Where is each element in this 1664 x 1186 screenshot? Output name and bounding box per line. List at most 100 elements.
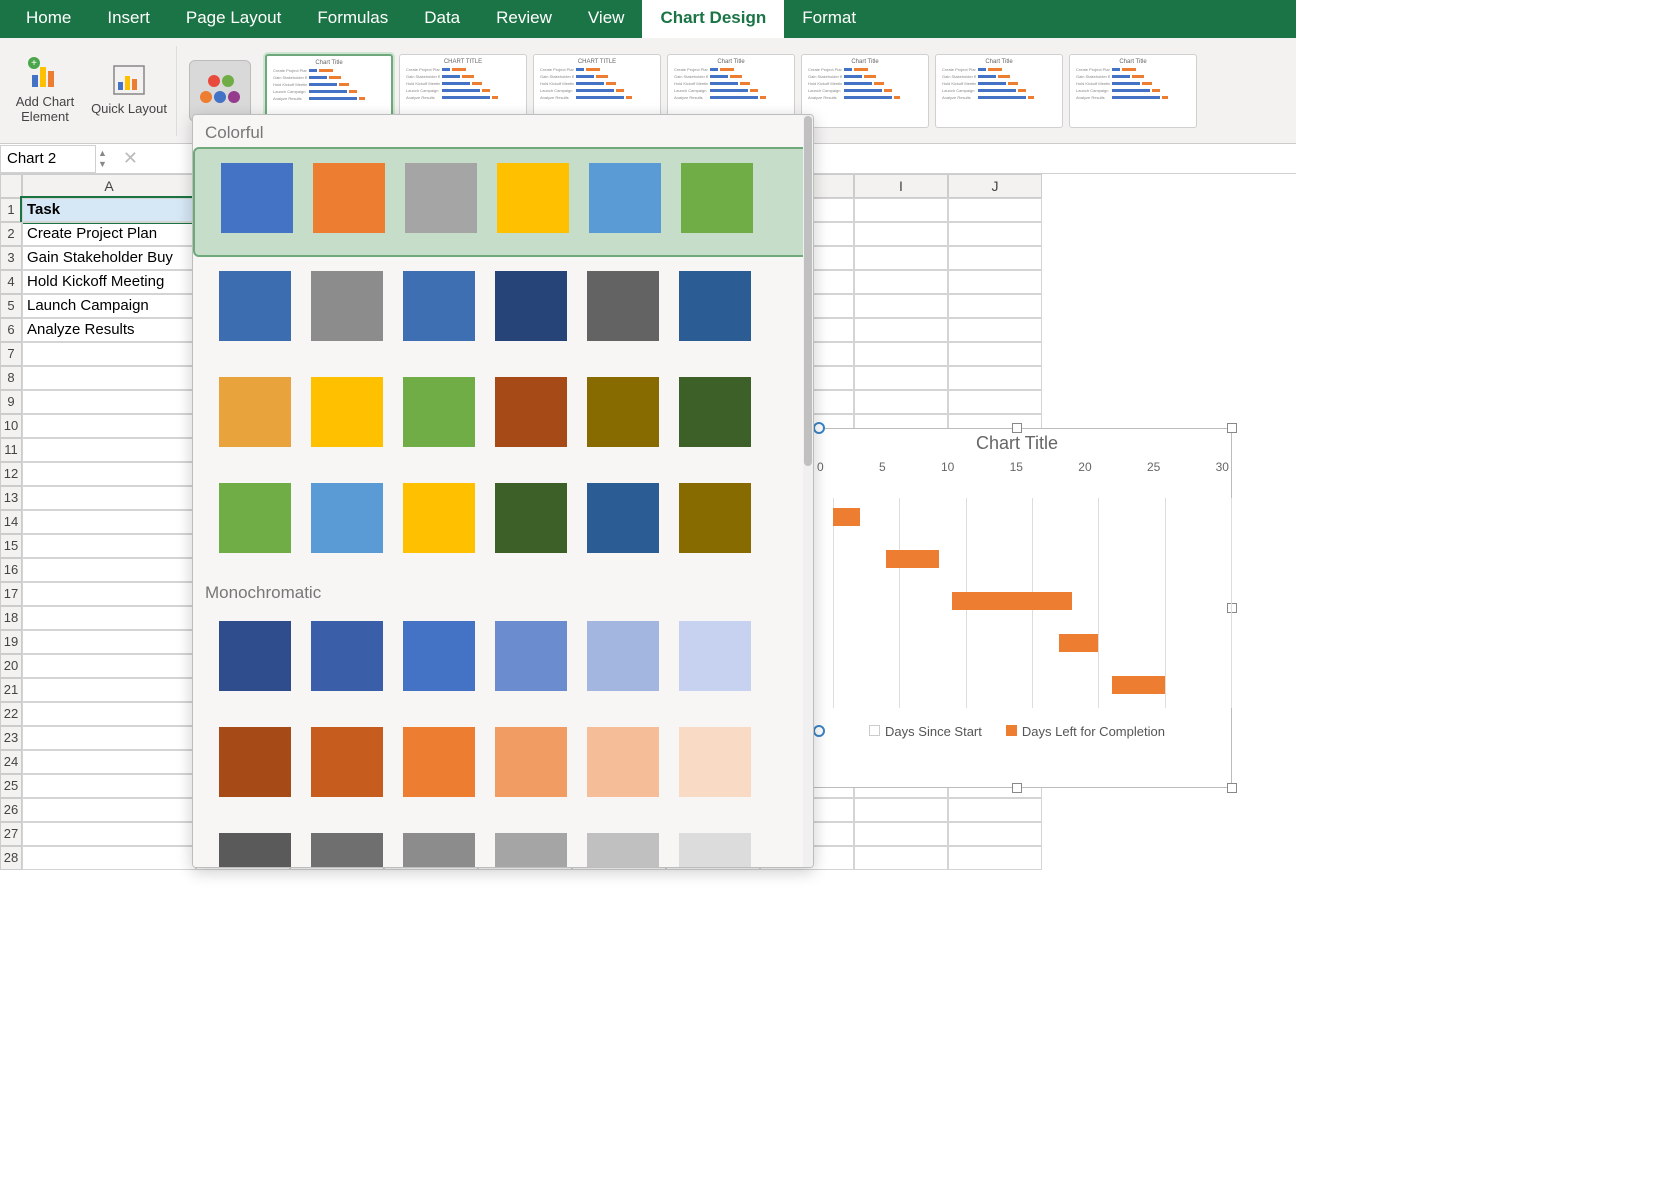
cell[interactable]: [854, 390, 948, 414]
name-box[interactable]: Chart 2: [0, 145, 96, 173]
cell[interactable]: [948, 342, 1042, 366]
popup-scrollbar[interactable]: [803, 115, 813, 867]
cell[interactable]: [948, 846, 1042, 870]
cell[interactable]: [854, 846, 948, 870]
row-header[interactable]: 21: [0, 678, 22, 702]
row-header[interactable]: 4: [0, 270, 22, 294]
cell[interactable]: Task: [22, 198, 196, 222]
resize-handle[interactable]: [1012, 423, 1022, 433]
tab-insert[interactable]: Insert: [89, 0, 168, 38]
chart-style-option[interactable]: Chart TitleCreate Project PlanGain Stake…: [1069, 54, 1197, 128]
cell[interactable]: Gain Stakeholder Buy: [22, 246, 196, 270]
cell[interactable]: [22, 342, 196, 366]
cell[interactable]: [22, 750, 196, 774]
add-chart-element-button[interactable]: + Add Chart Element: [4, 41, 86, 141]
row-header[interactable]: 15: [0, 534, 22, 558]
column-header[interactable]: J: [948, 174, 1042, 198]
cell[interactable]: [22, 678, 196, 702]
cell[interactable]: [948, 366, 1042, 390]
quick-layout-button[interactable]: Quick Layout: [88, 41, 170, 141]
cell[interactable]: [22, 654, 196, 678]
row-header[interactable]: 3: [0, 246, 22, 270]
cell[interactable]: [854, 822, 948, 846]
cell[interactable]: [22, 486, 196, 510]
row-header[interactable]: 25: [0, 774, 22, 798]
cell[interactable]: [22, 534, 196, 558]
row-header[interactable]: 23: [0, 726, 22, 750]
cell[interactable]: [22, 510, 196, 534]
row-header[interactable]: 14: [0, 510, 22, 534]
cell[interactable]: [22, 390, 196, 414]
tab-view[interactable]: View: [570, 0, 643, 38]
cell[interactable]: [948, 222, 1042, 246]
cell[interactable]: [854, 798, 948, 822]
chart-style-option[interactable]: Chart TitleCreate Project PlanGain Stake…: [935, 54, 1063, 128]
row-header[interactable]: 1: [0, 198, 22, 222]
row-header[interactable]: 9: [0, 390, 22, 414]
cell[interactable]: [854, 246, 948, 270]
cell[interactable]: [22, 846, 196, 870]
cell[interactable]: [22, 558, 196, 582]
row-header[interactable]: 5: [0, 294, 22, 318]
cell[interactable]: [22, 726, 196, 750]
cell[interactable]: [948, 318, 1042, 342]
row-header[interactable]: 24: [0, 750, 22, 774]
row-header[interactable]: 11: [0, 438, 22, 462]
chart-bar[interactable]: [886, 550, 939, 568]
cell[interactable]: [854, 198, 948, 222]
resize-handle[interactable]: [1227, 423, 1237, 433]
row-header[interactable]: 13: [0, 486, 22, 510]
cell[interactable]: Analyze Results: [22, 318, 196, 342]
tab-page-layout[interactable]: Page Layout: [168, 0, 299, 38]
row-header[interactable]: 6: [0, 318, 22, 342]
row-header[interactable]: 17: [0, 582, 22, 606]
row-header[interactable]: 28: [0, 846, 22, 870]
color-scheme-option[interactable]: [193, 607, 813, 713]
cell[interactable]: [22, 702, 196, 726]
color-scheme-option[interactable]: [193, 469, 813, 575]
cell[interactable]: [22, 606, 196, 630]
chart-legend[interactable]: Days Since Start Days Left for Completio…: [803, 708, 1231, 739]
row-header[interactable]: 19: [0, 630, 22, 654]
row-header[interactable]: 20: [0, 654, 22, 678]
cell[interactable]: [22, 798, 196, 822]
cell[interactable]: [948, 390, 1042, 414]
cell[interactable]: [22, 438, 196, 462]
cancel-icon[interactable]: ✕: [115, 148, 146, 169]
select-all-corner[interactable]: [0, 174, 22, 198]
chart-bar[interactable]: [1059, 634, 1099, 652]
column-header[interactable]: A: [22, 174, 196, 198]
cell[interactable]: [22, 366, 196, 390]
cell[interactable]: Create Project Plan: [22, 222, 196, 246]
tab-review[interactable]: Review: [478, 0, 570, 38]
row-header[interactable]: 27: [0, 822, 22, 846]
cell[interactable]: [22, 822, 196, 846]
cell[interactable]: [948, 270, 1042, 294]
color-scheme-option[interactable]: [193, 819, 813, 868]
tab-formulas[interactable]: Formulas: [299, 0, 406, 38]
color-scheme-option[interactable]: [193, 147, 813, 257]
cell[interactable]: [22, 582, 196, 606]
embedded-chart[interactable]: Chart Title 051015202530 Days Since Star…: [802, 428, 1232, 788]
row-header[interactable]: 12: [0, 462, 22, 486]
name-box-spinner[interactable]: ▲▼: [98, 148, 107, 169]
plot-area-handle[interactable]: [813, 422, 825, 434]
cell[interactable]: Hold Kickoff Meeting: [22, 270, 196, 294]
cell[interactable]: [948, 798, 1042, 822]
tab-chart-design[interactable]: Chart Design: [642, 0, 784, 38]
change-colors-button[interactable]: [189, 60, 251, 122]
resize-handle[interactable]: [1012, 783, 1022, 793]
cell[interactable]: [854, 270, 948, 294]
row-header[interactable]: 8: [0, 366, 22, 390]
color-scheme-option[interactable]: [193, 713, 813, 819]
column-header[interactable]: I: [854, 174, 948, 198]
row-header[interactable]: 10: [0, 414, 22, 438]
chart-style-option[interactable]: Chart TitleCreate Project PlanGain Stake…: [801, 54, 929, 128]
row-header[interactable]: 18: [0, 606, 22, 630]
chart-title[interactable]: Chart Title: [803, 429, 1231, 460]
chart-bar[interactable]: [833, 508, 860, 526]
plot-area-handle[interactable]: [813, 725, 825, 737]
cell[interactable]: [22, 774, 196, 798]
row-header[interactable]: 2: [0, 222, 22, 246]
cell[interactable]: [22, 462, 196, 486]
